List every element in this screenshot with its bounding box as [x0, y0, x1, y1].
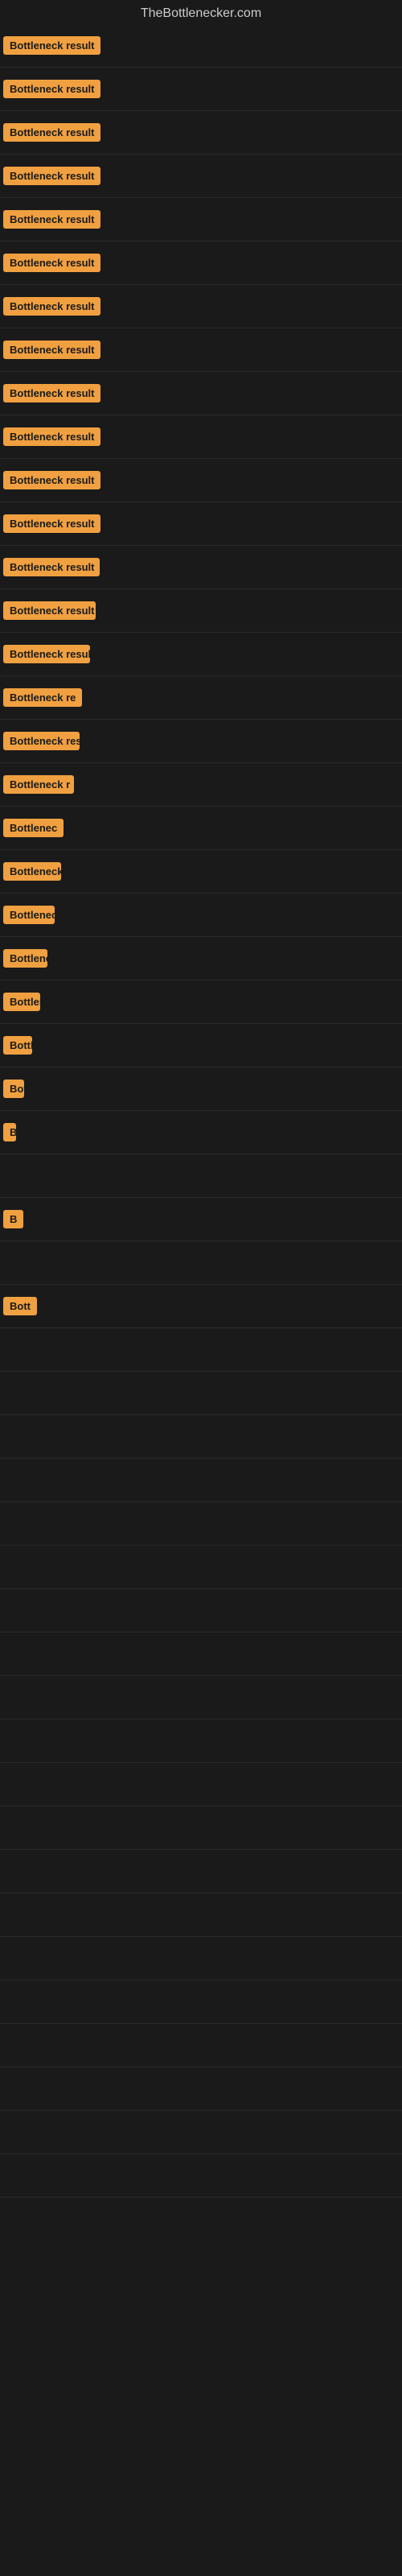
empty-row [0, 2024, 402, 2067]
bottleneck-entry-20[interactable]: Bottleneck r [0, 850, 402, 894]
bottleneck-badge-17: Bottleneck result [3, 732, 80, 750]
bottleneck-badge-19: Bottlenec [3, 819, 64, 837]
bottleneck-entry-23[interactable]: Bottlens [0, 980, 402, 1024]
empty-row [0, 1589, 402, 1633]
bottleneck-badge-8: Bottleneck result [3, 341, 100, 359]
bottleneck-badge-6: Bottleneck result [3, 254, 100, 272]
bottleneck-entry-24[interactable]: Bottleneck [0, 1024, 402, 1067]
bottleneck-badge-3: Bottleneck result [3, 123, 100, 142]
site-title: TheBottlenecker.com [0, 0, 402, 24]
bottleneck-badge-23: Bottlens [3, 993, 40, 1011]
bottleneck-entry-21[interactable]: Bottleneck [0, 894, 402, 937]
empty-row [0, 2111, 402, 2154]
empty-row [0, 2154, 402, 2198]
empty-row [0, 1372, 402, 1415]
bottleneck-entry-16[interactable]: Bottleneck re [0, 676, 402, 720]
bottleneck-badge-1: Bottleneck result [3, 36, 100, 55]
bottleneck-entry-27[interactable] [0, 1154, 402, 1198]
bottleneck-entry-15[interactable]: Bottleneck result [0, 633, 402, 676]
empty-row [0, 1937, 402, 1980]
empty-row [0, 1459, 402, 1502]
empty-row [0, 2067, 402, 2111]
empty-row [0, 1850, 402, 1893]
empty-row [0, 1546, 402, 1589]
bottleneck-badge-26: B [3, 1123, 16, 1141]
bottleneck-badge-16: Bottleneck re [3, 688, 82, 707]
bottleneck-entry-22[interactable]: Bottleneck res [0, 937, 402, 980]
bottleneck-badge-21: Bottleneck [3, 906, 55, 924]
bottleneck-badge-20: Bottleneck r [3, 862, 61, 881]
bottleneck-entry-1[interactable]: Bottleneck result [0, 24, 402, 68]
bottleneck-badge-28: B [3, 1210, 23, 1228]
bottleneck-badge-12: Bottleneck result [3, 514, 100, 533]
bottleneck-badge-10: Bottleneck result [3, 427, 100, 446]
bottleneck-entry-6[interactable]: Bottleneck result [0, 242, 402, 285]
bottleneck-entry-29[interactable] [0, 1241, 402, 1285]
bottleneck-entry-7[interactable]: Bottleneck result [0, 285, 402, 328]
bottleneck-badge-13: Bottleneck result [3, 558, 100, 576]
bottleneck-entry-4[interactable]: Bottleneck result [0, 155, 402, 198]
bottleneck-badge-4: Bottleneck result [3, 167, 100, 185]
bottleneck-entry-8[interactable]: Bottleneck result [0, 328, 402, 372]
bottleneck-entry-19[interactable]: Bottlenec [0, 807, 402, 850]
empty-row [0, 1719, 402, 1763]
empty-row [0, 1633, 402, 1676]
bottleneck-entry-3[interactable]: Bottleneck result [0, 111, 402, 155]
bottleneck-badge-25: Bot [3, 1080, 24, 1098]
bottleneck-badge-7: Bottleneck result [3, 297, 100, 316]
bottleneck-entry-10[interactable]: Bottleneck result [0, 415, 402, 459]
bottleneck-entry-26[interactable]: B [0, 1111, 402, 1154]
bottleneck-badge-30: Bott [3, 1297, 37, 1315]
empty-row [0, 1676, 402, 1719]
bottleneck-entry-25[interactable]: Bot [0, 1067, 402, 1111]
bottleneck-entry-18[interactable]: Bottleneck r [0, 763, 402, 807]
bottleneck-badge-18: Bottleneck r [3, 775, 74, 794]
bottleneck-badge-14: Bottleneck result [3, 601, 96, 620]
bottleneck-entry-11[interactable]: Bottleneck result [0, 459, 402, 502]
empty-row [0, 1893, 402, 1937]
empty-row [0, 1980, 402, 2024]
bottleneck-entry-12[interactable]: Bottleneck result [0, 502, 402, 546]
bottleneck-badge-22: Bottleneck res [3, 949, 47, 968]
empty-row [0, 1763, 402, 1806]
entries-list: Bottleneck result Bottleneck result Bottle… [0, 24, 402, 1328]
bottleneck-badge-15: Bottleneck result [3, 645, 90, 663]
bottleneck-badge-9: Bottleneck result [3, 384, 100, 402]
bottleneck-entry-14[interactable]: Bottleneck result [0, 589, 402, 633]
bottleneck-badge-24: Bottleneck [3, 1036, 32, 1055]
empty-row [0, 1806, 402, 1850]
bottleneck-entry-30[interactable]: Bott [0, 1285, 402, 1328]
bottleneck-badge-11: Bottleneck result [3, 471, 100, 489]
bottleneck-badge-5: Bottleneck result [3, 210, 100, 229]
bottleneck-entry-9[interactable]: Bottleneck result [0, 372, 402, 415]
bottleneck-entry-5[interactable]: Bottleneck result [0, 198, 402, 242]
bottleneck-entry-2[interactable]: Bottleneck result [0, 68, 402, 111]
bottleneck-badge-2: Bottleneck result [3, 80, 100, 98]
bottleneck-entry-13[interactable]: Bottleneck result [0, 546, 402, 589]
empty-row [0, 1415, 402, 1459]
bottleneck-entry-17[interactable]: Bottleneck result [0, 720, 402, 763]
bottleneck-entry-28[interactable]: B [0, 1198, 402, 1241]
empty-row [0, 1502, 402, 1546]
empty-row [0, 1328, 402, 1372]
